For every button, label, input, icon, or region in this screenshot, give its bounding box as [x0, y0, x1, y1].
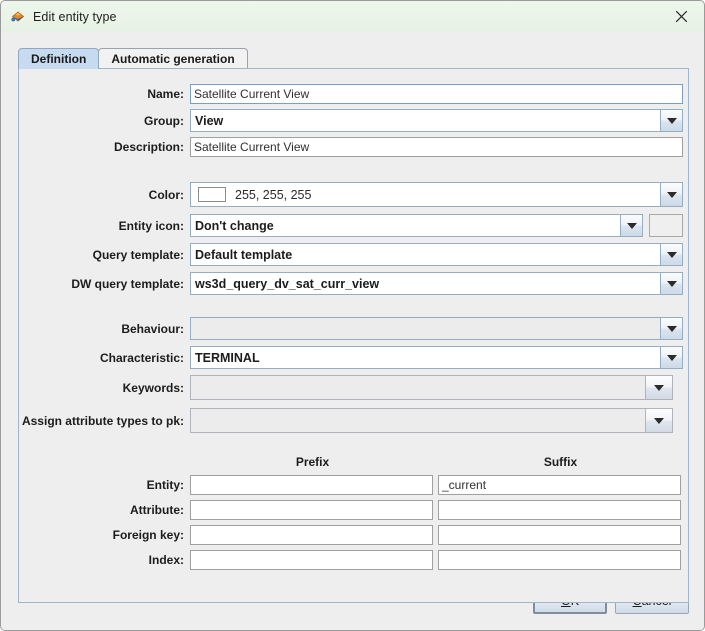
entity-icon-preview-button[interactable] [649, 214, 683, 237]
group-combo[interactable]: View [190, 109, 683, 132]
entity-icon-combo-value: Don't change [191, 215, 620, 236]
affix-entity-label: Entity: [146, 478, 184, 492]
title-bar: Edit entity type [1, 1, 704, 33]
characteristic-label: Characteristic: [99, 350, 184, 365]
color-label: Color: [148, 187, 184, 202]
chevron-down-icon[interactable] [645, 409, 672, 432]
row-group: Group: View [19, 109, 683, 132]
chevron-down-icon[interactable] [660, 244, 682, 265]
color-combo-value: 255, 255, 255 [191, 183, 660, 206]
query-template-combo-value: Default template [191, 244, 660, 265]
affix-entity-prefix-input[interactable] [190, 475, 433, 495]
tab-automatic-generation[interactable]: Automatic generation [98, 48, 248, 69]
assign-attribute-types-combo-value [191, 409, 645, 432]
entity-icon-combo[interactable]: Don't change [190, 214, 643, 237]
query-template-combo[interactable]: Default template [190, 243, 683, 266]
row-affix-entity: Entity: [19, 474, 683, 496]
row-entity-icon: Entity icon: Don't change [19, 214, 683, 237]
row-characteristic: Characteristic: TERMINAL [19, 346, 683, 369]
tab-definition-label: Definition [31, 52, 87, 66]
chevron-down-icon[interactable] [645, 376, 672, 399]
description-label: Description: [113, 140, 184, 154]
row-color: Color: 255, 255, 255 [19, 182, 683, 207]
keywords-combo-value [191, 376, 645, 399]
description-input[interactable] [190, 137, 683, 157]
chevron-down-icon[interactable] [620, 215, 642, 236]
keywords-combo[interactable] [190, 375, 673, 400]
name-label: Name: [147, 87, 184, 101]
affix-foreign-key-prefix-input[interactable] [190, 525, 433, 545]
close-icon[interactable] [658, 1, 704, 31]
tab-definition[interactable]: Definition [18, 48, 100, 69]
characteristic-combo-value: TERMINAL [191, 347, 660, 368]
chevron-down-icon[interactable] [660, 273, 682, 294]
row-query-template: Query template: Default template [19, 243, 683, 266]
chevron-down-icon[interactable] [660, 318, 682, 339]
row-affix-index: Index: [19, 549, 683, 571]
affix-index-suffix-input[interactable] [438, 550, 681, 570]
affix-entity-suffix-input[interactable] [438, 475, 681, 495]
assign-attribute-types-label: Assign attribute types to pk: [21, 413, 184, 428]
characteristic-combo[interactable]: TERMINAL [190, 346, 683, 369]
behaviour-label: Behaviour: [121, 321, 184, 336]
window-title: Edit entity type [33, 9, 117, 24]
affix-index-prefix-input[interactable] [190, 550, 433, 570]
behaviour-combo-value [191, 318, 660, 339]
tab-bar: Definition Automatic generation [18, 47, 248, 69]
assign-attribute-types-combo[interactable] [190, 408, 673, 433]
app-gem-icon [10, 9, 26, 25]
affix-attribute-label: Attribute: [130, 503, 184, 517]
color-combo[interactable]: 255, 255, 255 [190, 182, 683, 207]
dialog-content: Definition Automatic generation Name: Gr… [1, 32, 704, 630]
name-input[interactable] [190, 84, 683, 104]
behaviour-combo[interactable] [190, 317, 683, 340]
dw-query-template-combo[interactable]: ws3d_query_dv_sat_curr_view [190, 272, 683, 295]
affix-foreign-key-label: Foreign key: [112, 528, 184, 542]
row-description: Description: [19, 136, 683, 158]
affix-attribute-suffix-input[interactable] [438, 500, 681, 520]
query-template-label: Query template: [92, 247, 184, 262]
definition-panel: Name: Group: View Description: Color: [18, 68, 689, 603]
prefix-column-header: Prefix [295, 455, 330, 469]
color-swatch [198, 187, 226, 202]
affix-index-label: Index: [148, 553, 184, 567]
chevron-down-icon[interactable] [660, 110, 682, 131]
row-affix-attribute: Attribute: [19, 499, 683, 521]
entity-icon-label: Entity icon: [118, 218, 184, 233]
row-affix-foreign-key: Foreign key: [19, 524, 683, 546]
color-rgb-text: 255, 255, 255 [235, 187, 312, 202]
tab-automatic-generation-label: Automatic generation [111, 52, 235, 66]
row-keywords: Keywords: [19, 375, 683, 400]
chevron-down-icon[interactable] [660, 183, 682, 206]
row-name: Name: [19, 83, 683, 105]
chevron-down-icon[interactable] [660, 347, 682, 368]
row-assign-attribute-types: Assign attribute types to pk: [19, 408, 683, 433]
dw-query-template-combo-value: ws3d_query_dv_sat_curr_view [191, 273, 660, 294]
affix-attribute-prefix-input[interactable] [190, 500, 433, 520]
row-behaviour: Behaviour: [19, 317, 683, 340]
keywords-label: Keywords: [122, 380, 184, 395]
row-dw-query-template: DW query template: ws3d_query_dv_sat_cur… [19, 272, 683, 295]
dw-query-template-label: DW query template: [71, 276, 184, 291]
group-combo-value: View [191, 110, 660, 131]
suffix-column-header: Suffix [543, 455, 578, 469]
group-label: Group: [144, 113, 184, 128]
edit-entity-type-dialog: Edit entity type Definition Automatic ge… [0, 0, 705, 631]
affix-foreign-key-suffix-input[interactable] [438, 525, 681, 545]
